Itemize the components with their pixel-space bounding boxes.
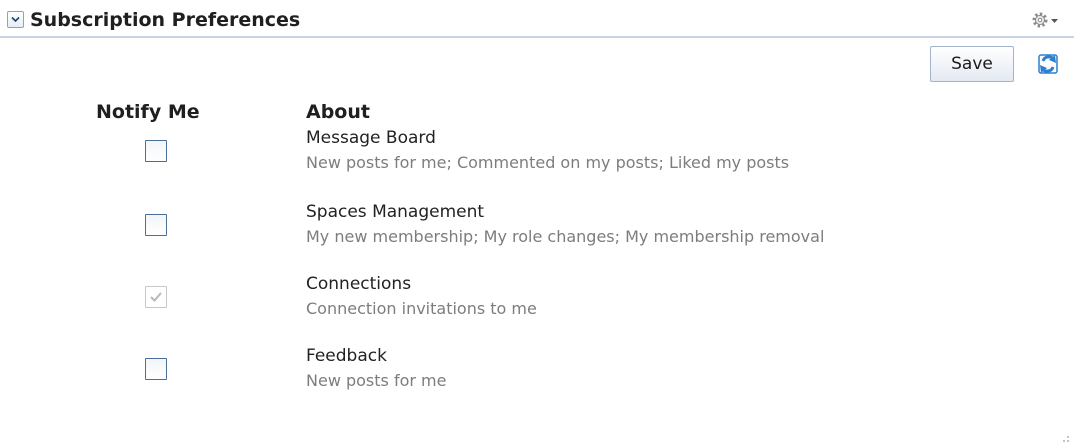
checkmark-icon [150, 292, 162, 302]
preference-name: Feedback [306, 346, 387, 366]
panel-menu-button[interactable] [1030, 9, 1062, 31]
preference-description: New posts for me; Commented on my posts;… [306, 153, 790, 172]
message-board-checkbox[interactable] [145, 140, 167, 162]
preference-description: New posts for me [306, 371, 447, 390]
chevron-down-icon [11, 16, 20, 23]
collapse-toggle-button[interactable] [7, 11, 24, 28]
about-column-header: About [306, 101, 370, 123]
preference-row-feedback: Feedback New posts for me [0, 344, 1074, 404]
preference-row-connections: Connections Connection invitations to me [0, 272, 1074, 332]
preference-row-spaces-management: Spaces Management My new membership; My … [0, 200, 1074, 260]
resize-grip-icon[interactable] [1058, 428, 1070, 442]
feedback-checkbox[interactable] [145, 358, 167, 380]
refresh-button[interactable] [1030, 46, 1066, 82]
preference-description: Connection invitations to me [306, 299, 537, 318]
caret-down-icon [1051, 19, 1058, 23]
panel-header: Subscription Preferences [0, 0, 1074, 38]
spaces-management-checkbox[interactable] [145, 214, 167, 236]
preference-name: Message Board [306, 128, 436, 148]
preference-name: Spaces Management [306, 202, 485, 222]
refresh-icon [1038, 54, 1058, 74]
save-button[interactable]: Save [930, 46, 1014, 82]
preference-row-message-board: Message Board New posts for me; Commente… [0, 126, 1074, 186]
notify-me-column-header: Notify Me [96, 101, 200, 123]
preference-description: My new membership; My role changes; My m… [306, 227, 825, 246]
panel-title: Subscription Preferences [30, 9, 301, 31]
connections-checkbox [145, 286, 167, 308]
preference-name: Connections [306, 274, 412, 294]
gear-icon [1032, 12, 1058, 28]
